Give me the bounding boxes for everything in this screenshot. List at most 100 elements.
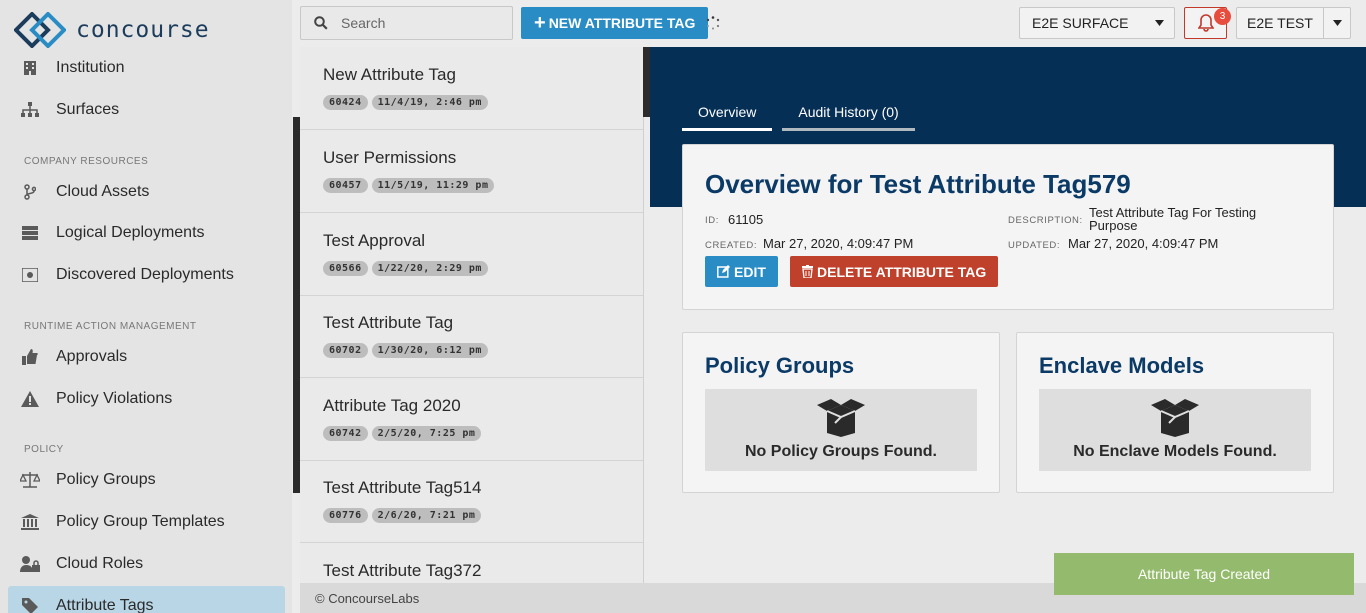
scale-icon — [20, 470, 40, 490]
delete-attribute-tag-button[interactable]: DELETE ATTRIBUTE TAG — [790, 256, 999, 287]
id-badge: 60457 — [323, 178, 368, 193]
date-badge: 2/5/20, 7:25 pm — [371, 426, 482, 441]
policy-groups-empty-message: No Policy Groups Found. — [745, 443, 937, 460]
search-input[interactable] — [341, 15, 501, 31]
edit-icon — [717, 265, 730, 278]
policy-groups-title: Policy Groups — [705, 353, 855, 378]
section-runtime-action-management: RUNTIME ACTION MANAGEMENT — [24, 321, 197, 332]
date-badge: 1/22/20, 2:29 pm — [371, 261, 488, 276]
sidebar-item-label: Logical Deployments — [56, 224, 205, 241]
sidebar-item-label: Surfaces — [56, 101, 120, 118]
surface-select-value: E2E SURFACE — [1032, 15, 1129, 31]
notification-count-badge: 3 — [1214, 8, 1231, 25]
attribute-tag-list: New Attribute Tag 60424 11/4/19, 2:46 pm… — [300, 47, 644, 583]
server-icon — [20, 223, 40, 243]
sidebar-item-logical-deployments[interactable]: Logical Deployments — [20, 220, 205, 246]
search-box[interactable] — [300, 6, 513, 40]
enclave-models-title: Enclave Models — [1039, 353, 1205, 378]
list-item[interactable]: User Permissions 60457 11/5/19, 11:29 pm — [300, 130, 643, 213]
enclave-models-empty-state: No Enclave Models Found. — [1039, 389, 1311, 471]
search-icon — [301, 16, 341, 30]
surface-select[interactable]: E2E SURFACE — [1019, 7, 1175, 39]
thumbs-up-icon — [20, 347, 40, 367]
sidebar-item-institution[interactable]: Institution — [20, 55, 124, 81]
bank-icon — [20, 512, 40, 532]
id-badge: 60566 — [323, 261, 368, 276]
user-lock-icon — [20, 554, 40, 574]
bell-icon — [1197, 14, 1214, 32]
sidebar-item-label: Policy Group Templates — [56, 513, 225, 530]
tab-overview[interactable]: Overview — [682, 100, 773, 131]
sidebar-item-label: Discovered Deployments — [56, 266, 234, 283]
scan-icon — [20, 265, 40, 285]
user-menu-button[interactable]: E2E TEST — [1236, 7, 1324, 39]
list-item-title: Test Attribute Tag514 — [323, 478, 482, 497]
brand-logo[interactable]: concourse — [14, 12, 210, 48]
toast-notification[interactable]: Attribute Tag Created — [1054, 553, 1354, 595]
list-scrollbar[interactable] — [643, 47, 650, 117]
sidebar-item-policy-violations[interactable]: Policy Violations — [20, 386, 172, 412]
building-icon — [20, 58, 40, 78]
created-value: Mar 27, 2020, 4:09:47 PM — [763, 236, 914, 251]
date-badge: 11/5/19, 11:29 pm — [371, 178, 495, 193]
id-badge: 60742 — [323, 426, 368, 441]
updated-value: Mar 27, 2020, 4:09:47 PM — [1068, 236, 1219, 251]
user-menu-toggle[interactable] — [1323, 7, 1351, 39]
delete-button-label: DELETE ATTRIBUTE TAG — [817, 263, 987, 280]
policy-groups-empty-state: No Policy Groups Found. — [705, 389, 977, 471]
sitemap-icon — [20, 100, 40, 120]
edit-button-label: EDIT — [734, 263, 766, 280]
brand-name: concourse — [76, 17, 210, 43]
sidebar-item-policy-groups[interactable]: Policy Groups — [20, 467, 156, 493]
sidebar-item-approvals[interactable]: Approvals — [20, 344, 127, 370]
list-item[interactable]: Test Attribute Tag514 60776 2/6/20, 7:21… — [300, 460, 643, 543]
concourse-logo-icon — [14, 12, 66, 48]
tab-audit-history[interactable]: Audit History (0) — [782, 100, 915, 131]
sidebar-item-surfaces[interactable]: Surfaces — [20, 97, 119, 123]
sidebar-item-label: Attribute Tags — [56, 597, 154, 613]
id-badge: 60702 — [323, 343, 368, 358]
chevron-down-icon — [1332, 20, 1342, 26]
sidebar-item-label: Institution — [56, 59, 125, 76]
list-item-title: User Permissions — [323, 148, 457, 167]
enclave-models-empty-message: No Enclave Models Found. — [1073, 443, 1277, 460]
sidebar-item-label: Cloud Assets — [56, 183, 150, 200]
list-item[interactable]: Test Approval 60566 1/22/20, 2:29 pm — [300, 213, 643, 296]
loading-spinner-icon — [706, 16, 720, 30]
empty-box-icon — [817, 399, 865, 437]
sidebar-item-discovered-deployments[interactable]: Discovered Deployments — [20, 262, 234, 288]
page-title: Overview for Test Attribute Tag579 — [705, 169, 1131, 199]
list-item[interactable]: Test Attribute Tag 60702 1/30/20, 6:12 p… — [300, 295, 643, 378]
list-item[interactable]: Test Attribute Tag372 — [300, 543, 643, 583]
enclave-models-card: Enclave Models No Enclave Models Found. — [1016, 332, 1334, 493]
id-label: ID: — [705, 215, 719, 226]
sidebar-item-cloud-assets[interactable]: Cloud Assets — [20, 179, 149, 205]
list-item-title: Test Attribute Tag — [323, 313, 454, 332]
list-item-title: Test Attribute Tag372 — [323, 561, 482, 580]
id-badge: 60776 — [323, 508, 368, 523]
sidebar: concourse Institution Surfaces COMPANY R… — [0, 0, 292, 613]
date-badge: 11/4/19, 2:46 pm — [371, 95, 488, 110]
section-company-resources: COMPANY RESOURCES — [24, 156, 149, 167]
edit-button[interactable]: EDIT — [705, 256, 778, 287]
created-label: CREATED: — [705, 240, 758, 251]
list-item[interactable]: New Attribute Tag 60424 11/4/19, 2:46 pm — [300, 47, 643, 130]
chevron-down-icon — [1155, 20, 1164, 26]
sidebar-item-cloud-roles[interactable]: Cloud Roles — [20, 551, 143, 577]
warning-icon — [20, 389, 40, 409]
policy-groups-card: Policy Groups No Policy Groups Found. — [682, 332, 1000, 493]
sidebar-item-policy-group-templates[interactable]: Policy Group Templates — [20, 509, 225, 535]
date-badge: 2/6/20, 7:21 pm — [371, 508, 482, 523]
empty-box-icon — [1151, 399, 1199, 437]
id-value: 61105 — [728, 212, 764, 227]
new-attribute-tag-button[interactable]: + NEW ATTRIBUTE TAG — [521, 7, 709, 39]
sidebar-scrollbar[interactable] — [293, 117, 300, 493]
list-item-title: New Attribute Tag — [323, 65, 456, 84]
sidebar-item-label: Policy Violations — [56, 390, 173, 407]
list-item[interactable]: Attribute Tag 2020 60742 2/5/20, 7:25 pm — [300, 378, 643, 461]
sidebar-item-label: Approvals — [56, 348, 128, 365]
date-badge: 1/30/20, 6:12 pm — [371, 343, 488, 358]
sidebar-item-attribute-tags[interactable]: Attribute Tags — [20, 593, 154, 613]
description-value: Test Attribute Tag For Testing Purpose — [1089, 205, 1257, 233]
detail-tabs: Overview Audit History (0) — [682, 100, 925, 131]
